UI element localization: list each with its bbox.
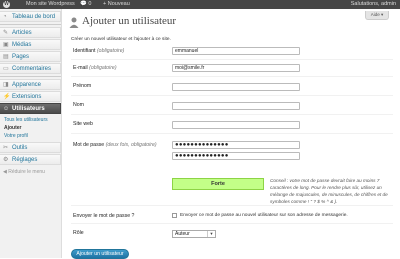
chevron-down-icon: ▼	[207, 231, 215, 237]
email-label: E-mail (obligatoire)	[73, 65, 117, 71]
username-input[interactable]: emmanuel	[172, 47, 300, 55]
plus-icon: +	[103, 1, 107, 7]
sidebar-item-extensions[interactable]: ⚡ Extensions	[0, 91, 61, 102]
password-hint: Conseil : votre mot de passe devrait fai…	[270, 178, 388, 204]
tools-icon: ✂	[3, 145, 9, 151]
site-name-link[interactable]: Mon site Wordpress	[26, 0, 75, 9]
sidebar-item-users[interactable]: ☺ Utilisateurs	[0, 103, 61, 114]
sidebar-item-appearance[interactable]: ◨ Apparence	[0, 79, 61, 90]
sidebar-item-label: Médias	[12, 42, 32, 48]
sidebar-item-label: Réglages	[12, 157, 38, 163]
main-content: Ajouter un utilisateur Aide ▾ Créer un n…	[62, 9, 400, 259]
role-label: Rôle	[73, 230, 84, 236]
sidebar-item-tools[interactable]: ✂ Outils	[0, 142, 61, 153]
settings-icon: ⚙	[3, 157, 9, 163]
media-icon: ▣	[3, 42, 9, 48]
password-strength-indicator: Forte	[172, 178, 264, 190]
appearance-icon: ◨	[3, 82, 9, 88]
firstname-input[interactable]	[172, 83, 300, 91]
sidebar-item-label: Apparence	[12, 82, 42, 88]
sidebar-item-label: Commentaires	[12, 66, 52, 72]
page-icon: ▤	[3, 54, 9, 60]
send-password-checkbox[interactable]	[172, 213, 177, 218]
sidebar-item-label: Outils	[12, 145, 28, 151]
new-content-menu[interactable]: + Nouveau	[103, 0, 130, 9]
dashboard-icon: ◔	[3, 14, 7, 20]
sidebar-item-comments[interactable]: ▭ Commentaires	[0, 63, 61, 74]
sidebar-item-medias[interactable]: ▣ Médias	[0, 39, 61, 50]
sidebar-item-pages[interactable]: ▤ Pages	[0, 51, 61, 62]
intro-text: Créer un nouvel utilisateur et l'ajouter…	[71, 37, 171, 42]
website-input[interactable]	[172, 121, 300, 129]
role-select[interactable]: Auteur ▼	[172, 230, 216, 238]
sidebar-item-dashboard[interactable]: ◔ Tableau de bord	[0, 11, 61, 22]
sidebar-item-label: Utilisateurs	[12, 106, 45, 112]
sidebar-item-label: Pages	[12, 54, 30, 60]
submenu-all-users[interactable]: Tous les utilisateurs	[4, 117, 48, 123]
sidebar-item-label: Articles	[12, 30, 32, 36]
send-password-label: Envoyer le mot de passe ?	[73, 213, 135, 219]
wordpress-logo-icon[interactable]: W	[3, 1, 10, 8]
pin-icon: ✎	[3, 30, 9, 36]
sidebar-item-label: Extensions	[12, 94, 42, 100]
new-label: Nouveau	[107, 1, 130, 7]
submenu-add-user[interactable]: Ajouter	[4, 125, 22, 131]
add-user-icon	[69, 17, 79, 28]
comments-link[interactable]: 💬 0	[80, 0, 91, 9]
sidebar-item-settings[interactable]: ⚙ Réglages	[0, 154, 61, 165]
admin-bar: W Mon site Wordpress 💬 0 + Nouveau Salut…	[0, 0, 400, 9]
comment-icon: ▭	[3, 66, 9, 72]
submenu-your-profile[interactable]: Votre profil	[4, 133, 28, 139]
collapse-arrow-icon: ◀	[3, 169, 7, 175]
help-tab[interactable]: Aide ▾	[365, 11, 389, 20]
chevron-down-icon: ▾	[381, 12, 384, 17]
lastname-input[interactable]	[172, 102, 300, 110]
page-title: Ajouter un utilisateur	[82, 15, 177, 27]
admin-sidebar: ◔ Tableau de bord ✎ Articles ▣ Médias ▤ Page…	[0, 9, 62, 258]
plugin-icon: ⚡	[3, 94, 11, 100]
email-input[interactable]: moi@smile.fr	[172, 64, 300, 72]
username-label: Identifiant (obligatoire)	[73, 48, 125, 54]
collapse-menu-button[interactable]: ◀ Réduire le menu	[3, 169, 45, 175]
password-confirm-input[interactable]: ●●●●●●●●●●●●●●	[172, 152, 300, 160]
lastname-label: Nom	[73, 102, 84, 108]
users-icon: ☺	[3, 106, 10, 112]
user-greeting[interactable]: Salutations, admin	[351, 0, 396, 9]
sidebar-item-articles[interactable]: ✎ Articles	[0, 27, 61, 38]
send-password-text[interactable]: Envoyer ce mot de passe au nouvel utilis…	[180, 213, 348, 218]
firstname-label: Prénom	[73, 83, 92, 89]
password-label: Mot de passe (deux fois, obligatoire)	[73, 142, 157, 148]
sidebar-item-label: Tableau de bord	[12, 14, 56, 20]
comment-bubble-icon: 💬	[80, 1, 87, 7]
website-label: Site web	[73, 121, 93, 127]
comments-count: 0	[88, 1, 92, 7]
password-input[interactable]: ●●●●●●●●●●●●●●	[172, 141, 300, 149]
